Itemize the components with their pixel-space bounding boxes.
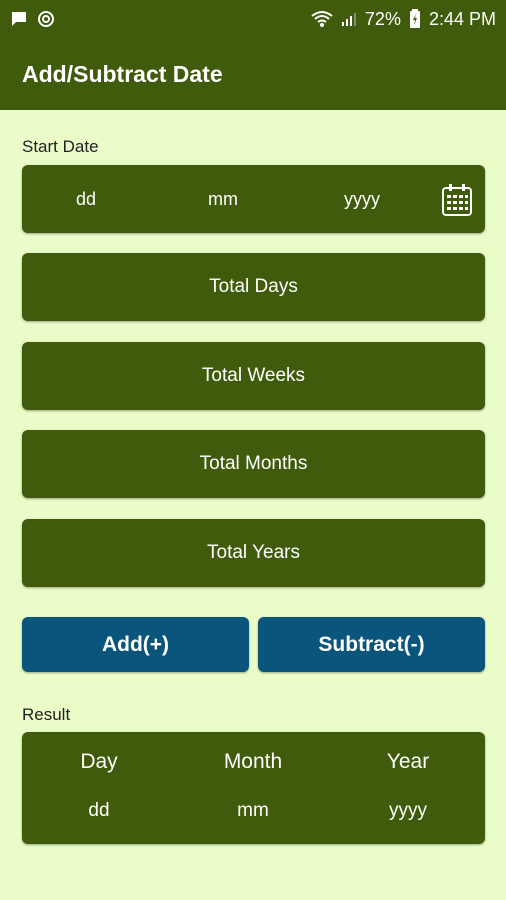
total-days-placeholder: Total Days [209,276,298,297]
start-year-field[interactable]: yyyy [344,165,380,233]
result-day-header: Day [80,750,118,773]
status-left [10,9,56,29]
start-date-picker[interactable]: dd mm yyyy [22,165,485,233]
total-years-placeholder: Total Years [207,542,300,563]
clock: 2:44 PM [428,8,496,29]
add-button[interactable]: Add(+) [22,617,249,672]
result-panel: Day Month Year dd mm yyyy [22,732,485,844]
status-bar: 72% 2:44 PM [0,0,506,38]
result-year-value: yyyy [389,800,427,821]
result-label: Result [22,705,71,724]
total-years-input[interactable]: Total Years [22,519,485,587]
calendar-icon[interactable] [441,183,473,217]
signal-icon [341,13,356,26]
result-month-header: Month [223,750,283,773]
battery-icon [409,9,420,28]
subtract-button[interactable]: Subtract(-) [258,617,485,672]
total-months-input[interactable]: Total Months [22,430,485,498]
start-month-field[interactable]: mm [208,165,238,233]
chat-icon [12,12,26,26]
total-months-placeholder: Total Months [199,453,308,474]
result-day-value: dd [88,800,110,821]
start-day-field[interactable]: dd [76,165,96,233]
battery-percent: 72% [364,8,401,29]
app-bar: Add/Subtract Date [0,38,506,110]
total-weeks-placeholder: Total Weeks [201,365,306,386]
start-date-label: Start Date [22,137,99,156]
total-days-input[interactable]: Total Days [22,253,485,321]
wifi-icon [311,11,333,27]
sync-icon [38,11,54,27]
total-weeks-input[interactable]: Total Weeks [22,342,485,410]
page-title: Add/Subtract Date [22,60,223,87]
status-right: 72% 2:44 PM [311,9,496,30]
result-month-value: mm [237,800,269,821]
result-year-header: Year [386,750,430,773]
